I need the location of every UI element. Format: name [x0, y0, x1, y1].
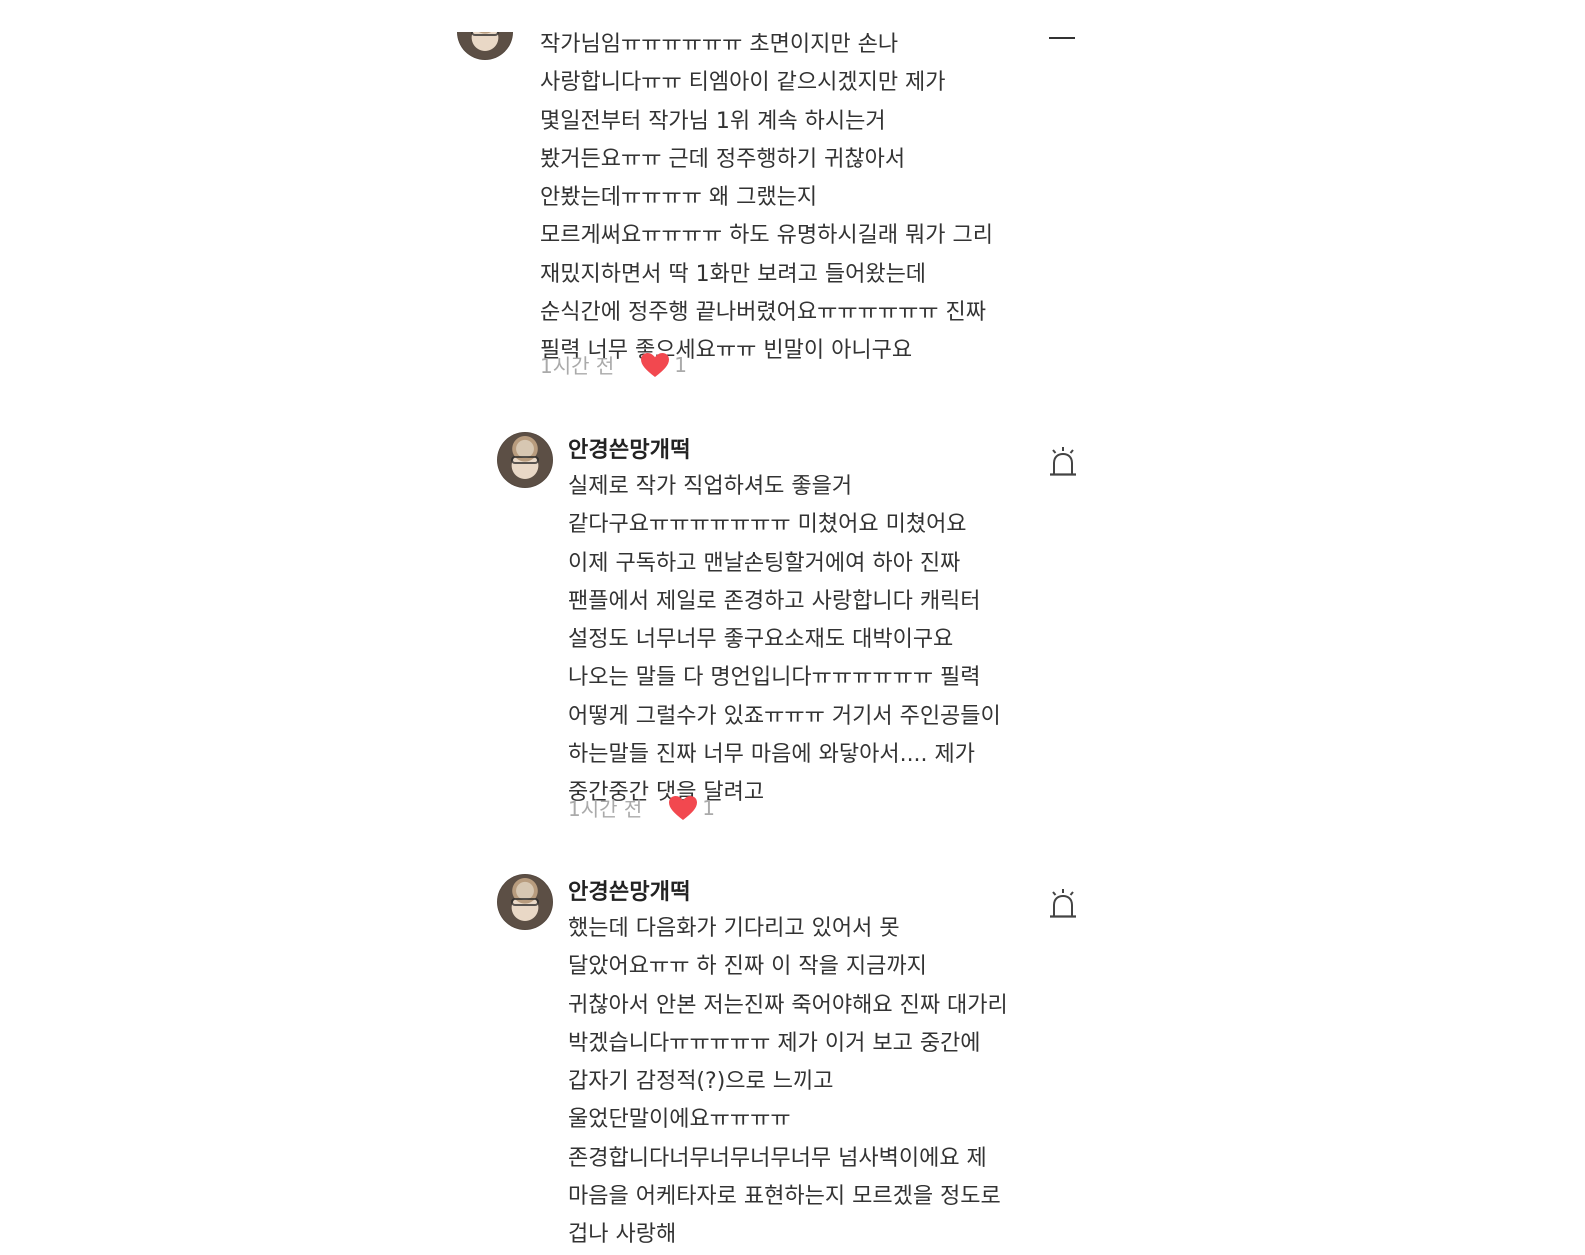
heart-icon	[669, 795, 698, 820]
comment-time: 1시간 전	[540, 354, 615, 378]
comment-time: 1시간 전	[568, 797, 643, 821]
like-button[interactable]: 1	[640, 352, 687, 378]
heart-icon	[641, 352, 670, 377]
comment-meta: 1시간 전 1	[568, 793, 715, 822]
collapse-icon[interactable]	[1049, 37, 1075, 39]
like-count: 1	[674, 352, 688, 377]
comment-text: 했는데 다음화가 기다리고 있어서 못 달았어요ㅠㅠ 하 진짜 이 작을 지금까…	[568, 916, 1008, 1248]
comment-username[interactable]: 안경쓴망개떡	[568, 432, 691, 464]
like-count: 1	[702, 795, 716, 820]
avatar[interactable]	[457, 32, 513, 60]
avatar[interactable]	[497, 874, 553, 930]
comment-text: 작가님임ㅠㅠㅠㅠㅠㅠ 초면이지만 손나 사랑합니다ㅠㅠ 티엠아이 같으시겠지만 …	[540, 32, 994, 364]
avatar[interactable]	[497, 432, 553, 488]
comment-meta: 1시간 전 1	[540, 350, 687, 379]
comment-text: 실제로 작가 직업하셔도 좋을거 같다구요ㅠㅠㅠㅠㅠㅠㅠ 미쳤어요 미쳤어요 이…	[568, 474, 1001, 806]
siren-icon[interactable]	[1048, 446, 1078, 478]
siren-icon[interactable]	[1048, 888, 1078, 920]
comment-username[interactable]: 안경쓴망개떡	[568, 874, 691, 906]
like-button[interactable]: 1	[668, 795, 715, 821]
